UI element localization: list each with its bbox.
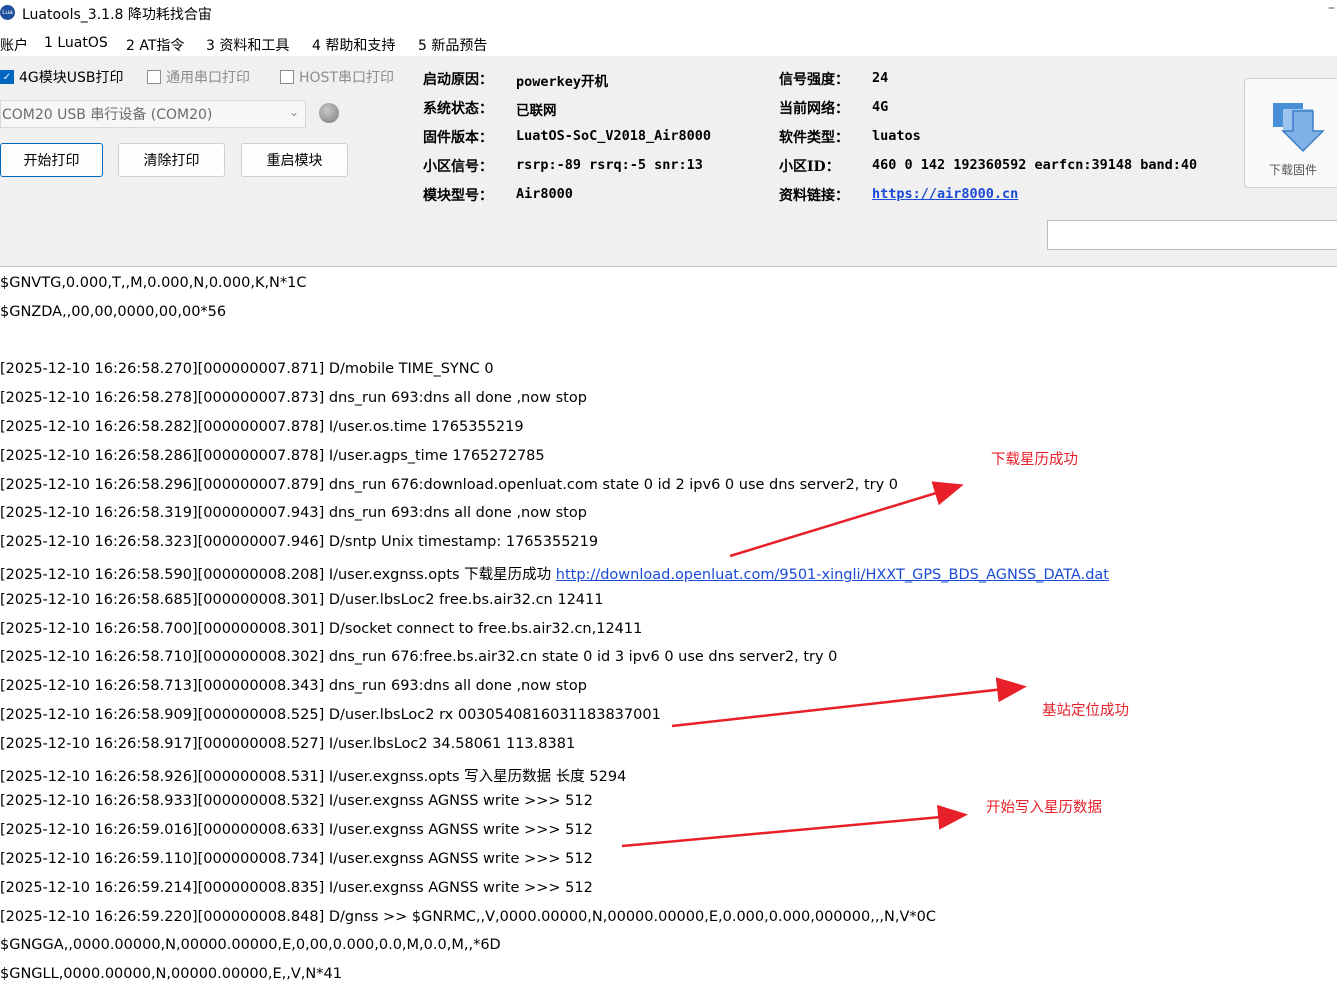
annotation-write-ephemeris: 开始写入星历数据 <box>986 800 1102 816</box>
menu-new-products[interactable]: 5 新品预告 <box>418 35 487 55</box>
download-icon <box>1273 103 1325 153</box>
menu-help-support[interactable]: 4 帮助和支持 <box>312 35 395 55</box>
log-line: [2025-12-10 16:26:59.110][000000008.734]… <box>0 851 593 867</box>
uart-print-label: 通用串口打印 <box>166 70 250 86</box>
software-type-label: 软件类型： <box>779 130 849 146</box>
log-line: [2025-12-10 16:26:58.909][000000008.525]… <box>0 707 661 723</box>
uart-print-checkbox[interactable]: 通用串口打印 <box>147 67 250 87</box>
log-line: [2025-12-10 16:26:58.933][000000008.532]… <box>0 793 593 809</box>
log-line: [2025-12-10 16:26:59.220][000000008.848]… <box>0 909 937 925</box>
software-type-value: luatos <box>872 128 921 144</box>
log-line: [2025-12-10 16:26:58.590][000000008.208]… <box>0 563 1109 584</box>
log-line: [2025-12-10 16:26:58.319][000000007.943]… <box>0 505 587 521</box>
log-line: [2025-12-10 16:26:58.286][000000007.878]… <box>0 448 545 464</box>
log-output: $GNVTG,0.000,T,,M,0.000,N,0.000,K,N*1C $… <box>0 267 1337 987</box>
host-print-checkbox[interactable]: HOST串口打印 <box>280 67 394 87</box>
log-line: [2025-12-10 16:26:58.926][000000008.531]… <box>0 769 627 785</box>
log-line: [2025-12-10 16:26:58.917][000000008.527]… <box>0 736 576 752</box>
annotation-ephemeris-downloaded: 下载星历成功 <box>991 452 1078 468</box>
minimize-icon[interactable]: – <box>1328 0 1335 16</box>
start-print-button[interactable]: 开始打印 <box>0 143 103 177</box>
title-bar: Lua Luatools_3.1.8 降功耗找合宙 – <box>0 0 1337 27</box>
boot-reason-value: powerkey开机 <box>516 74 609 90</box>
log-line: $GNVTG,0.000,T,,M,0.000,N,0.000,K,N*1C <box>0 275 307 291</box>
annotation-cell-location-ok: 基站定位成功 <box>1042 703 1129 719</box>
log-line: [2025-12-10 16:26:58.296][000000007.879]… <box>0 477 899 493</box>
module-model-value: Air8000 <box>516 186 573 202</box>
menu-account[interactable]: 账户 <box>0 35 28 55</box>
cell-id-label: 小区ID： <box>779 159 840 175</box>
boot-reason-label: 启动原因： <box>423 72 493 88</box>
log-line: $GNGLL,0000.00000,N,00000.00000,E,,V,N*4… <box>0 966 342 982</box>
log-line: [2025-12-10 16:26:58.270][000000007.871]… <box>0 361 494 377</box>
usb-print-checkbox[interactable]: ✓ 4G模块USB打印 <box>0 67 124 87</box>
refresh-port-icon[interactable] <box>319 103 339 123</box>
resource-link[interactable]: https://air8000.cn <box>872 186 1018 202</box>
log-line: $GNZDA,,00,00,0000,00,00*56 <box>0 304 227 320</box>
log-line-text: [2025-12-10 16:26:58.590][000000008.208]… <box>0 567 556 583</box>
firmware-version-label: 固件版本： <box>423 130 493 146</box>
control-panel: ✓ 4G模块USB打印 通用串口打印 HOST串口打印 COM20 USB 串行… <box>0 56 1337 267</box>
log-line: $GNGGA,,0000.00000,N,00000.00000,E,0,00,… <box>0 937 501 953</box>
log-line: [2025-12-10 16:26:58.710][000000008.302]… <box>0 649 838 665</box>
log-line: [2025-12-10 16:26:58.278][000000007.873]… <box>0 390 587 406</box>
resource-link-label: 资料链接： <box>779 188 849 204</box>
system-status-value: 已联网 <box>516 103 557 119</box>
port-select[interactable]: COM20 USB 串行设备 (COM20) ⌄ <box>0 100 306 128</box>
signal-strength-value: 24 <box>872 70 889 86</box>
usb-print-label: 4G模块USB打印 <box>19 70 124 86</box>
menu-resources-tools[interactable]: 3 资料和工具 <box>206 35 289 55</box>
chevron-down-icon: ⌄ <box>288 105 299 119</box>
log-line: [2025-12-10 16:26:59.016][000000008.633]… <box>0 822 593 838</box>
log-line: [2025-12-10 16:26:59.214][000000008.835]… <box>0 880 593 896</box>
signal-strength-label: 信号强度： <box>779 72 849 88</box>
module-model-label: 模块型号： <box>423 188 493 204</box>
port-select-value: COM20 USB 串行设备 (COM20) <box>2 107 213 123</box>
log-line: [2025-12-10 16:26:58.323][000000007.946]… <box>0 534 599 550</box>
download-firmware-label: 下载固件 <box>1269 163 1318 177</box>
restart-module-button[interactable]: 重启模块 <box>241 143 348 177</box>
menu-luatos[interactable]: 1 LuatOS <box>44 35 108 51</box>
log-line: [2025-12-10 16:26:58.282][000000007.878]… <box>0 419 524 435</box>
log-line: [2025-12-10 16:26:58.713][000000008.343]… <box>0 678 587 694</box>
menu-at-commands[interactable]: 2 AT指令 <box>126 35 184 55</box>
search-input[interactable] <box>1047 220 1337 250</box>
checkbox-box <box>280 70 294 84</box>
window-title: Luatools_3.1.8 降功耗找合宙 <box>22 7 212 23</box>
checkbox-box <box>147 70 161 84</box>
log-download-link[interactable]: http://download.openluat.com/9501-xingli… <box>556 567 1109 583</box>
checkmark-icon: ✓ <box>0 70 14 84</box>
clear-print-button[interactable]: 清除打印 <box>118 143 225 177</box>
log-line: [2025-12-10 16:26:58.700][000000008.301]… <box>0 621 643 637</box>
app-logo-icon: Lua <box>0 5 15 20</box>
current-network-value: 4G <box>872 99 889 115</box>
cell-signal-label: 小区信号： <box>423 159 493 175</box>
firmware-version-value: LuatOS-SoC_V2018_Air8000 <box>516 128 712 144</box>
host-print-label: HOST串口打印 <box>299 70 394 86</box>
cell-signal-value: rsrp:-89 rsrq:-5 snr:13 <box>516 157 703 173</box>
cell-id-value: 460 0 142 192360592 earfcn:39148 band:40 <box>872 157 1198 173</box>
menu-bar: 账户 1 LuatOS 2 AT指令 3 资料和工具 4 帮助和支持 5 新品预… <box>0 32 1337 56</box>
current-network-label: 当前网络： <box>779 101 849 117</box>
download-firmware-button[interactable]: 下载固件 <box>1244 78 1337 188</box>
log-line: [2025-12-10 16:26:58.685][000000008.301]… <box>0 592 604 608</box>
system-status-label: 系统状态： <box>423 101 493 117</box>
